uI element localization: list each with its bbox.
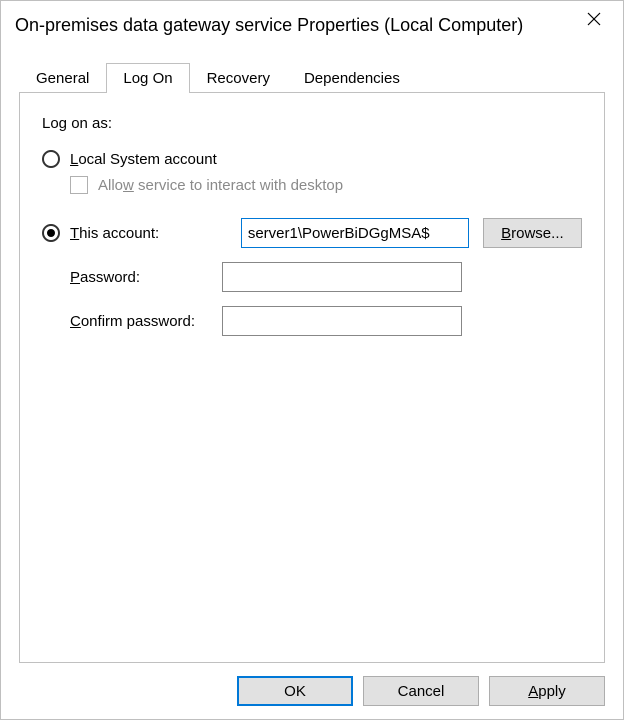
this-account-label: This account: [70,225,159,242]
password-row: Password: [42,262,582,292]
tabs-container: General Log On Recovery Dependencies Log… [1,49,623,663]
titlebar: On-premises data gateway service Propert… [1,1,623,49]
checkbox-icon [70,176,88,194]
confirm-password-input[interactable] [222,306,462,336]
button-bar: OK Cancel Apply [1,663,623,719]
tab-logon[interactable]: Log On [106,63,189,93]
tab-general[interactable]: General [19,63,106,93]
password-input[interactable] [222,262,462,292]
properties-dialog: On-premises data gateway service Propert… [0,0,624,720]
tab-row: General Log On Recovery Dependencies [19,61,605,93]
radio-icon [42,224,60,242]
logon-panel: Log on as: Local System account Allow se… [19,93,605,663]
account-input[interactable] [241,218,469,248]
logon-as-label: Log on as: [42,115,582,132]
apply-button[interactable]: Apply [489,676,605,706]
this-account-row: This account: Browse... [42,218,582,248]
ok-button[interactable]: OK [237,676,353,706]
interact-desktop-label: Allow service to interact with desktop [98,177,343,194]
confirm-password-row: Confirm password: [42,306,582,336]
radio-icon [42,150,60,168]
this-account-option[interactable]: This account: [42,224,241,242]
local-system-label: Local System account [70,151,217,168]
interact-desktop-option: Allow service to interact with desktop [70,176,582,194]
close-icon [587,12,601,26]
tab-dependencies[interactable]: Dependencies [287,63,417,93]
confirm-password-label: Confirm password: [42,313,222,330]
close-button[interactable] [571,1,617,37]
window-title: On-premises data gateway service Propert… [15,15,523,36]
password-label: Password: [42,269,222,286]
local-system-option[interactable]: Local System account [42,150,582,168]
tab-recovery[interactable]: Recovery [190,63,287,93]
cancel-button[interactable]: Cancel [363,676,479,706]
browse-button[interactable]: Browse... [483,218,582,248]
